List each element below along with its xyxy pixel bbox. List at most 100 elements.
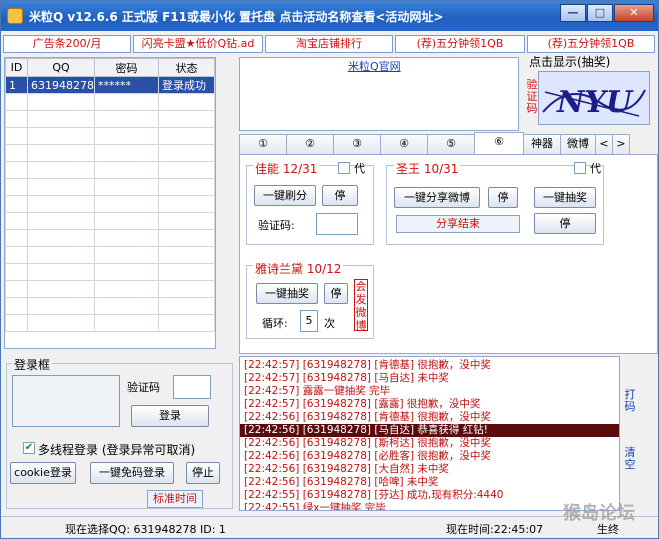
table-row[interactable]: 1 631948278 ****** 登录成功 (5, 76, 215, 94)
log-line-highlighted: [22:42:56] [631948278] [马自达] 恭喜获得 红钻! (240, 424, 619, 437)
shengwang-stop-button[interactable]: 停 (488, 187, 518, 208)
loop-label: 循环: (262, 317, 288, 330)
tab-shenqi[interactable]: 神器 (523, 134, 561, 154)
table-row[interactable] (5, 263, 215, 281)
log-line: [22:42:57] 露露一键抽奖 完毕 (244, 385, 391, 397)
tab-5[interactable]: ⑤ (427, 134, 475, 154)
web-panel: 米粒Q官网 (239, 57, 519, 131)
table-row[interactable] (5, 246, 215, 264)
loop-count-input[interactable]: 5 (300, 310, 318, 332)
captcha-text: NYU (556, 85, 634, 120)
log-line: [22:42:56] [631948278] [大自然] 未中奖 (244, 463, 449, 475)
cookie-login-button[interactable]: cookie登录 (10, 462, 76, 484)
post-weibo-note: 会发微博 (354, 279, 368, 331)
column-header[interactable]: QQ (27, 58, 95, 77)
ad-link[interactable]: 广告条200/月 (3, 35, 131, 53)
tab-next-button[interactable]: > (612, 134, 630, 154)
table-header: ID QQ 密码 状态 (5, 58, 215, 77)
login-captcha-label: 验证码 (127, 381, 160, 394)
log-line: [22:42:57] [631948278] [马自达] 未中奖 (244, 372, 449, 384)
column-header[interactable]: ID (5, 58, 28, 77)
ad-link[interactable]: 闪亮卡盟★低价Q钻.ad (133, 35, 263, 53)
yashi-draw-button[interactable]: 一键抽奖 (256, 283, 318, 304)
table-row[interactable] (5, 144, 215, 162)
shengwang-draw-button[interactable]: 一键抽奖 (534, 187, 596, 208)
maximize-button[interactable]: □ (587, 4, 613, 22)
shengwang-dai-checkbox[interactable] (574, 162, 586, 174)
account-table[interactable]: ID QQ 密码 状态 1 631948278 ****** 登录成功 (4, 57, 216, 349)
table-row[interactable] (5, 212, 215, 230)
tab-content: 佳能 12/31 代 一键刷分 停 验证码: 圣王 10/31 代 一键分享微博… (239, 154, 658, 354)
login-captcha-image[interactable] (12, 375, 120, 427)
table-row[interactable] (5, 110, 215, 128)
jianeng-title: 佳能 12/31 (253, 160, 320, 177)
multithread-label: 多线程登录 (登录异常可取消) (38, 443, 196, 457)
title-bar[interactable]: 米粒Q v12.6.6 正式版 F11或最小化 置托盘 点击活动名称查看<活动网… (1, 1, 658, 31)
official-site-link[interactable]: 米粒Q官网 (348, 58, 401, 74)
tab-strip: ① ② ③ ④ ⑤ ⑥ 神器 微博 < > (239, 132, 659, 154)
captcha-header[interactable]: 点击显示(抽奖) (529, 53, 610, 70)
column-header[interactable]: 状态 (158, 58, 215, 77)
jianeng-captcha-input[interactable] (316, 213, 358, 235)
login-captcha-input[interactable] (173, 375, 211, 399)
tab-3[interactable]: ③ (333, 134, 381, 154)
login-group-title: 登录框 (12, 356, 53, 373)
tab-6[interactable]: ⑥ (474, 132, 524, 154)
window-title: 米粒Q v12.6.6 正式版 F11或最小化 置托盘 点击活动名称查看<活动网… (29, 9, 444, 24)
close-button[interactable]: ✕ (614, 4, 654, 22)
login-stop-button[interactable]: 停止 (186, 462, 220, 484)
tab-4[interactable]: ④ (380, 134, 428, 154)
yashi-stop-button[interactable]: 停 (324, 283, 348, 304)
captcha-glyphs-icon: NYU (542, 85, 646, 120)
tab-prev-button[interactable]: < (595, 134, 613, 154)
share-weibo-button[interactable]: 一键分享微博 (394, 187, 480, 208)
jianeng-captcha-label: 验证码: (258, 219, 295, 232)
log-line: [22:42:57] [631948278] [露露] 很抱歉，没中奖 (244, 398, 481, 410)
log-panel[interactable]: [22:42:57] [631948278] [肯德基] 很抱歉，没中奖 [22… (239, 356, 620, 511)
current-time-status: 现在时间:22:45:07 (446, 523, 544, 536)
log-line: [22:42:56] [631948278] [斯柯达] 很抱歉，没中奖 (244, 437, 491, 449)
captcha-solve-button[interactable]: 打码 (623, 389, 637, 413)
ad-bar: 广告条200/月 闪亮卡盟★低价Q钻.ad 淘宝店铺排行 (荐)五分钟领1QB … (3, 35, 657, 53)
shengwang-stop2-button[interactable]: 停 (534, 213, 596, 234)
status-bar: 现在选择QQ: 631948278 ID: 1 现在时间:22:45:07 生终 (1, 516, 658, 538)
table-row[interactable] (5, 229, 215, 247)
table-row[interactable] (5, 297, 215, 315)
log-line: [22:42:56] [631948278] [哈啤] 未中奖 (244, 476, 439, 488)
minimize-button[interactable]: — (560, 4, 586, 22)
table-row[interactable] (5, 280, 215, 298)
no-captcha-login-button[interactable]: 一键免码登录 (90, 462, 174, 484)
clear-log-button[interactable]: 清空 (623, 447, 637, 471)
jianeng-dai-checkbox[interactable] (338, 162, 350, 174)
login-button[interactable]: 登录 (131, 405, 209, 427)
ad-link[interactable]: 淘宝店铺排行 (265, 35, 393, 53)
captcha-image[interactable]: NYU (538, 71, 650, 125)
cell-id: 1 (5, 76, 28, 94)
tab-weibo[interactable]: 微博 (560, 134, 596, 154)
jianeng-dai-label: 代 (354, 162, 365, 175)
jianeng-stop-button[interactable]: 停 (322, 185, 358, 206)
captcha-side-label: 验证码 (526, 78, 538, 115)
table-row[interactable] (5, 178, 215, 196)
share-status: 分享结束 (396, 215, 520, 233)
yashi-title: 雅诗兰黛 10/12 (253, 260, 344, 277)
table-row[interactable] (5, 93, 215, 111)
table-row[interactable] (5, 195, 215, 213)
cell-status: 登录成功 (158, 76, 215, 94)
ad-link[interactable]: (荐)五分钟领1QB (395, 35, 525, 53)
ad-link[interactable]: (荐)五分钟领1QB (527, 35, 655, 53)
log-line: [22:42:57] [631948278] [肯德基] 很抱歉，没中奖 (244, 359, 491, 371)
watermark-logo: 猴岛论坛 (563, 503, 635, 524)
shengwang-dai-label: 代 (590, 162, 601, 175)
tab-2[interactable]: ② (286, 134, 334, 154)
loop-unit: 次 (324, 317, 335, 330)
brush-points-button[interactable]: 一键刷分 (254, 185, 316, 206)
cell-password: ****** (94, 76, 159, 94)
column-header[interactable]: 密码 (94, 58, 159, 77)
table-row[interactable] (5, 161, 215, 179)
table-row[interactable] (5, 314, 215, 332)
tab-1[interactable]: ① (239, 134, 287, 154)
standard-time-button[interactable]: 标准时间 (147, 490, 203, 508)
table-row[interactable] (5, 127, 215, 145)
multithread-checkbox[interactable]: ✔ (23, 442, 35, 454)
